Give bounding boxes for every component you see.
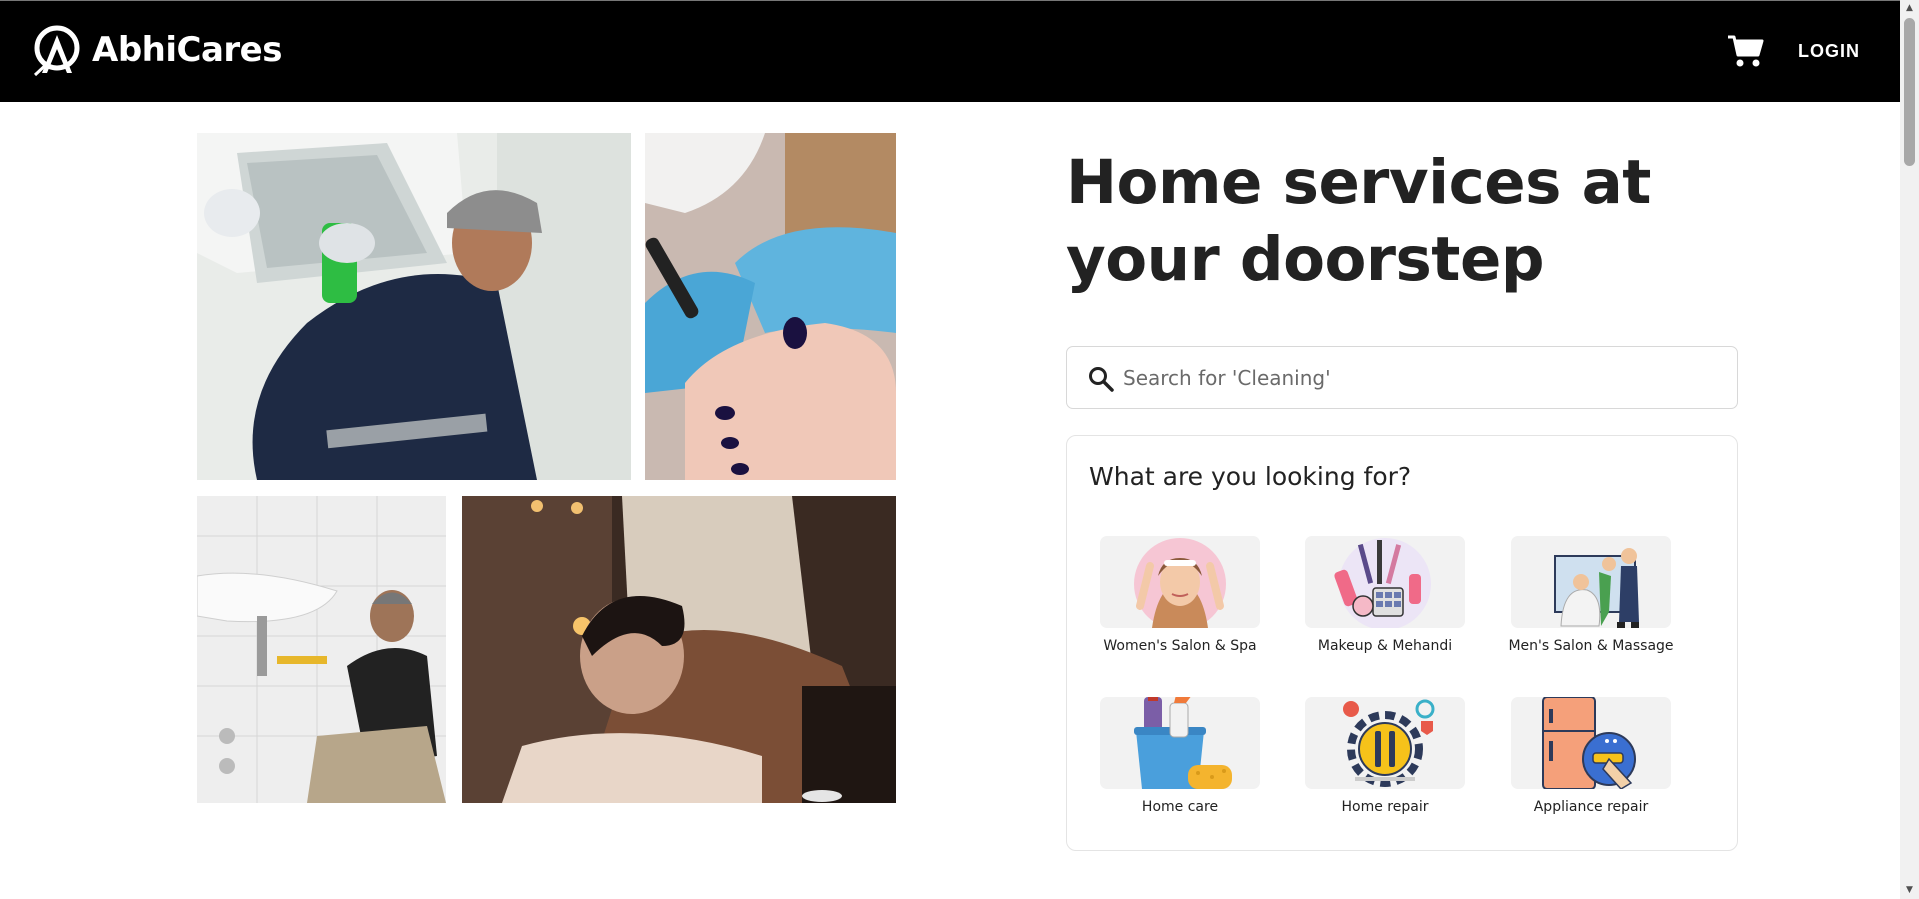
plumber-photo [197, 496, 446, 803]
cleaning-supplies-icon [1134, 697, 1232, 789]
scrollbar-thumb[interactable] [1904, 18, 1915, 166]
page-scrollbar[interactable]: ▲ ▼ [1900, 0, 1919, 899]
brand-name: AbhiCares [92, 30, 282, 70]
service-tile[interactable] [1511, 697, 1671, 789]
top-navbar: AbhiCares LOGIN [0, 0, 1900, 102]
barber-icon [1554, 548, 1639, 628]
hero-title-line-2: your doorstep [1066, 224, 1545, 295]
repair-gear-icon [1343, 699, 1435, 787]
service-tile[interactable] [1511, 536, 1671, 628]
search-icon [1089, 367, 1114, 392]
service-tile[interactable] [1305, 697, 1465, 789]
scroll-down-arrow-icon[interactable]: ▼ [1900, 882, 1919, 899]
makeup-kit-icon [1334, 538, 1431, 628]
massage-photo [462, 496, 896, 803]
hero-title-line-1: Home services at [1066, 147, 1651, 218]
hero-title: Home services at your doorstep [1066, 144, 1666, 298]
woman-face-icon [1134, 538, 1226, 628]
services-heading: What are you looking for? [1089, 462, 1412, 491]
service-label: Home repair [1341, 799, 1429, 815]
services-card: What are you looking for? Women's Salon … [1066, 435, 1738, 851]
service-tile[interactable] [1100, 536, 1260, 628]
service-label: Men's Salon & Massage [1508, 638, 1674, 654]
service-tile[interactable] [1305, 536, 1465, 628]
fridge-repair-icon [1542, 697, 1636, 789]
brand-logo-icon [33, 25, 80, 77]
login-button[interactable]: LOGIN [1798, 41, 1860, 62]
brand[interactable]: AbhiCares [32, 23, 282, 77]
scroll-up-arrow-icon[interactable]: ▲ [1900, 0, 1919, 17]
service-tile[interactable] [1100, 697, 1260, 789]
pedicure-photo [645, 133, 896, 480]
service-label: Makeup & Mehandi [1317, 638, 1453, 654]
service-label: Women's Salon & Spa [1103, 638, 1257, 654]
service-label: Home care [1141, 799, 1219, 815]
ac-technician-photo [197, 133, 631, 480]
service-label: Appliance repair [1533, 799, 1649, 815]
search-box[interactable] [1066, 346, 1738, 409]
cart-icon[interactable] [1726, 33, 1764, 69]
search-input[interactable] [1123, 359, 1713, 397]
